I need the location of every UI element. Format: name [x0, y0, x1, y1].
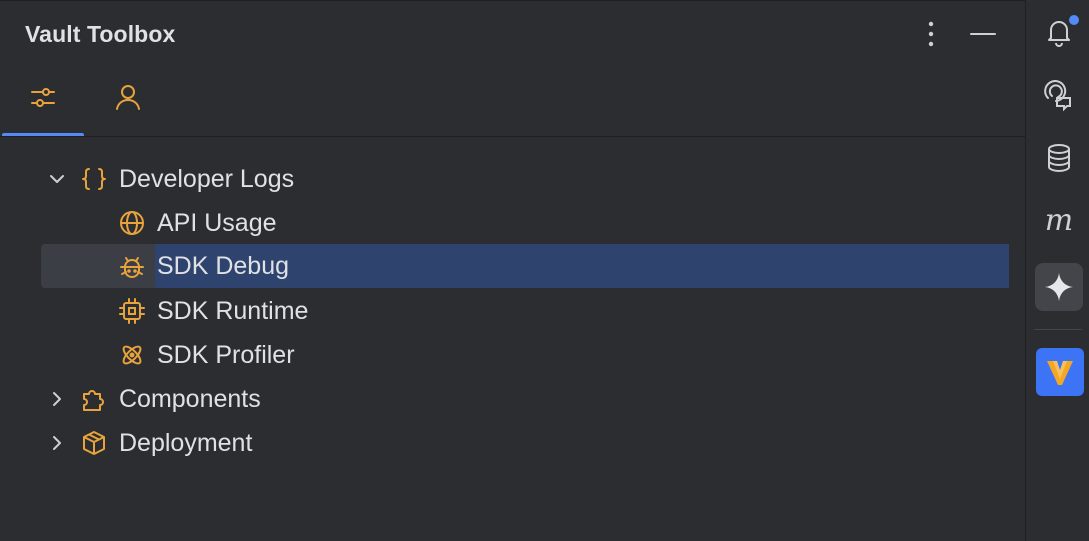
bug-icon: [120, 257, 144, 278]
tree-item-components[interactable]: Components: [41, 377, 1009, 421]
notification-badge: [1067, 13, 1081, 27]
chevron-right-icon[interactable]: [47, 389, 67, 409]
m-icon: m: [1044, 203, 1074, 238]
tree-item-sdk-debug[interactable]: SDK Debug: [41, 244, 1009, 288]
database-button[interactable]: [1035, 134, 1083, 182]
tree-item-label: Deployment: [119, 429, 253, 457]
vault-toolbox-panel: Vault Toolbox Developer Logs API Usage S…: [0, 0, 1025, 541]
vault-toolbox-button[interactable]: [1036, 348, 1084, 396]
tab-filters[interactable]: [0, 71, 85, 137]
braces-icon: [82, 168, 106, 190]
ai-chat-button[interactable]: [1035, 72, 1083, 120]
m-tool-button[interactable]: m: [1035, 197, 1083, 245]
puzzle-icon: [83, 390, 104, 411]
vault-logo-icon: [1047, 361, 1073, 385]
atom-icon: [122, 345, 142, 365]
tabs-divider: [0, 136, 1025, 137]
tree-item-label: Components: [119, 385, 261, 413]
package-icon: [83, 431, 105, 455]
database-icon: [1048, 144, 1070, 173]
notifications-button[interactable]: [1035, 8, 1083, 56]
tree-item-label: API Usage: [157, 209, 277, 237]
panel-title: Vault Toolbox: [25, 21, 176, 47]
tree-item-label: SDK Debug: [157, 252, 290, 280]
tree-item-api-usage[interactable]: API Usage: [41, 201, 1009, 245]
minimize-icon: [970, 33, 996, 35]
tree-item-sdk-runtime[interactable]: SDK Runtime: [41, 289, 1009, 333]
ai-assistant-button[interactable]: [1035, 263, 1083, 311]
tree-item-deployment[interactable]: Deployment: [41, 421, 1009, 465]
sliders-icon: [30, 88, 55, 107]
tree-item-label: SDK Runtime: [157, 297, 309, 325]
tree-item-label: SDK Profiler: [157, 341, 295, 369]
tree-item-sdk-profiler[interactable]: SDK Profiler: [41, 333, 1009, 377]
chevron-right-icon[interactable]: [47, 433, 67, 453]
person-icon: [115, 85, 140, 110]
right-tool-strip: m: [1025, 0, 1089, 541]
globe-icon: [120, 211, 144, 235]
vertical-ellipsis-icon: [928, 21, 934, 47]
toolbar-separator: [1034, 329, 1082, 330]
chevron-down-icon[interactable]: [47, 169, 67, 189]
tab-profile[interactable]: [85, 71, 170, 137]
tree-item-developer-logs[interactable]: Developer Logs: [41, 157, 1009, 201]
sparkle-icon: [1045, 273, 1073, 301]
tree-item-label: Developer Logs: [119, 165, 295, 193]
chip-icon: [119, 298, 145, 324]
ai-chat-icon: [1044, 80, 1071, 112]
more-options-button[interactable]: [916, 19, 946, 49]
minimize-button[interactable]: [966, 19, 1000, 49]
